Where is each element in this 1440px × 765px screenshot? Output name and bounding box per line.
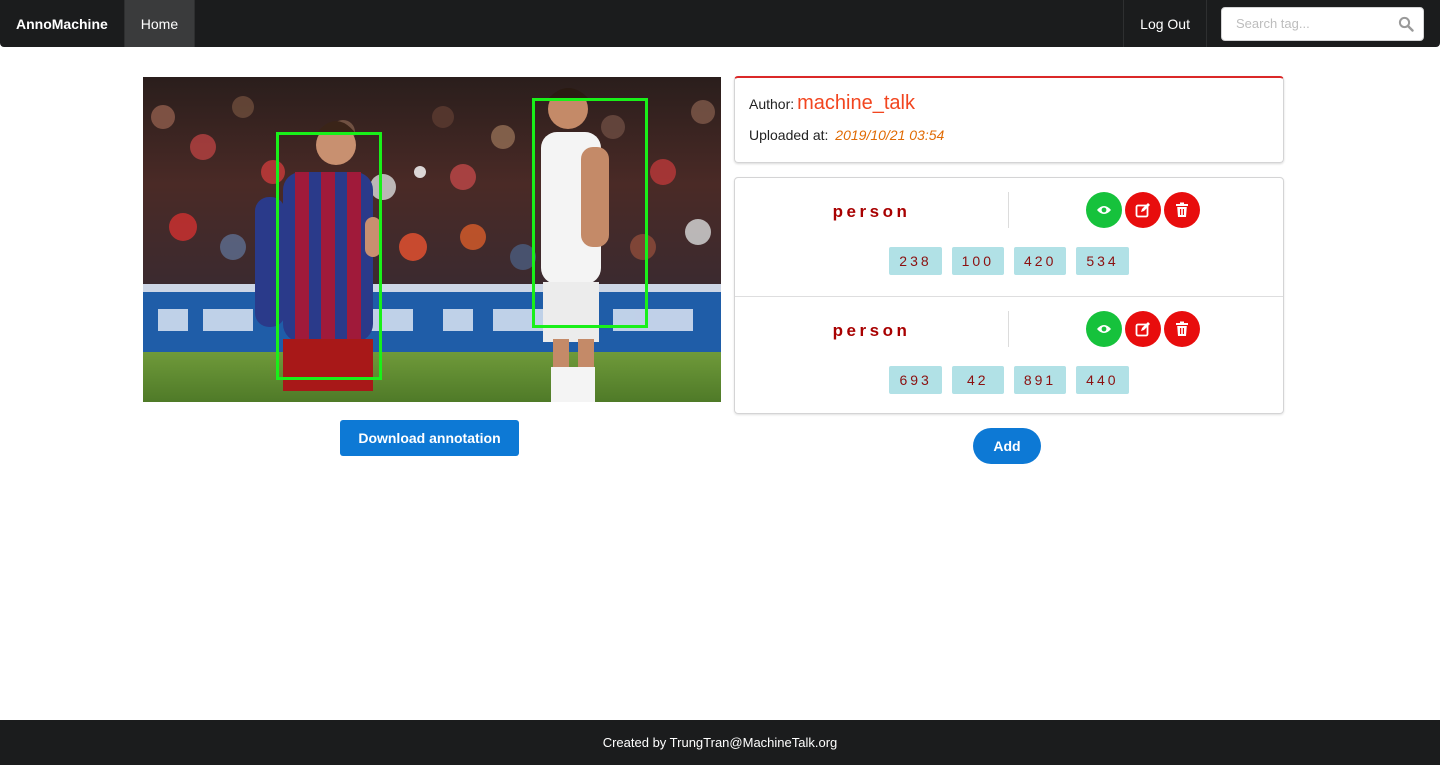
coord-value: 891 (1013, 366, 1067, 394)
app-brand[interactable]: AnnoMachine (0, 0, 125, 47)
view-button[interactable] (1086, 311, 1122, 347)
top-navbar: AnnoMachine Home Log Out (0, 0, 1440, 47)
coordinate-list: 693 42 891 440 (735, 366, 1283, 394)
eye-icon (1097, 206, 1111, 214)
annotation-actions (1086, 311, 1200, 347)
annotation-label: person (832, 321, 911, 340)
coordinate-list: 238 100 420 534 (735, 247, 1283, 275)
uploaded-line: Uploaded at: 2019/10/21 03:54 (749, 127, 1269, 143)
bounding-box-2 (532, 98, 648, 328)
edit-icon (1135, 203, 1150, 218)
coord-value: 238 (889, 247, 942, 275)
coord-value: 693 (889, 366, 942, 394)
divider (1008, 192, 1009, 228)
trash-icon (1176, 202, 1188, 217)
delete-button[interactable] (1164, 311, 1200, 347)
navbar-spacer (195, 0, 1123, 47)
coord-value: 420 (1014, 247, 1067, 275)
coord-value: 534 (1076, 247, 1129, 275)
annotation-item: person 238 100 420 534 (735, 178, 1283, 296)
uploaded-timestamp: 2019/10/21 03:54 (835, 127, 945, 143)
annotated-image[interactable] (143, 77, 721, 402)
search-container (1207, 0, 1440, 47)
author-line: Author: machine_talk (749, 92, 1269, 115)
trash-icon (1176, 321, 1188, 336)
uploaded-label: Uploaded at: (749, 127, 829, 143)
coord-value: 42 (951, 366, 1004, 394)
delete-button[interactable] (1164, 192, 1200, 228)
annotation-label: person (832, 202, 911, 221)
author-label: Author: (749, 96, 795, 112)
footer: Created by TrungTran@MachineTalk.org (0, 720, 1440, 765)
author-card: Author: machine_talk Uploaded at: 2019/1… (734, 76, 1284, 163)
edit-button[interactable] (1125, 311, 1161, 347)
divider (1008, 311, 1009, 347)
eye-icon (1097, 325, 1111, 333)
view-button[interactable] (1086, 192, 1122, 228)
search-input[interactable] (1221, 6, 1424, 41)
annotation-item: person 693 42 891 440 (735, 296, 1283, 414)
bounding-box-1 (276, 132, 382, 380)
edit-button[interactable] (1125, 192, 1161, 228)
annotation-list: person 238 100 420 534 person 693 42 891… (734, 177, 1284, 414)
search-box (1221, 6, 1424, 41)
footer-credit: Created by TrungTran@MachineTalk.org (602, 735, 838, 750)
annotation-actions (1086, 192, 1200, 228)
logout-link[interactable]: Log Out (1123, 0, 1207, 47)
download-annotation-button[interactable]: Download annotation (340, 420, 519, 456)
add-annotation-button[interactable]: Add (973, 428, 1041, 464)
coord-value: 440 (1076, 366, 1129, 394)
author-name: machine_talk (797, 92, 915, 114)
coord-value: 100 (951, 247, 1004, 275)
edit-icon (1135, 322, 1150, 337)
nav-home-link[interactable]: Home (124, 0, 196, 47)
search-icon[interactable] (1398, 16, 1414, 32)
